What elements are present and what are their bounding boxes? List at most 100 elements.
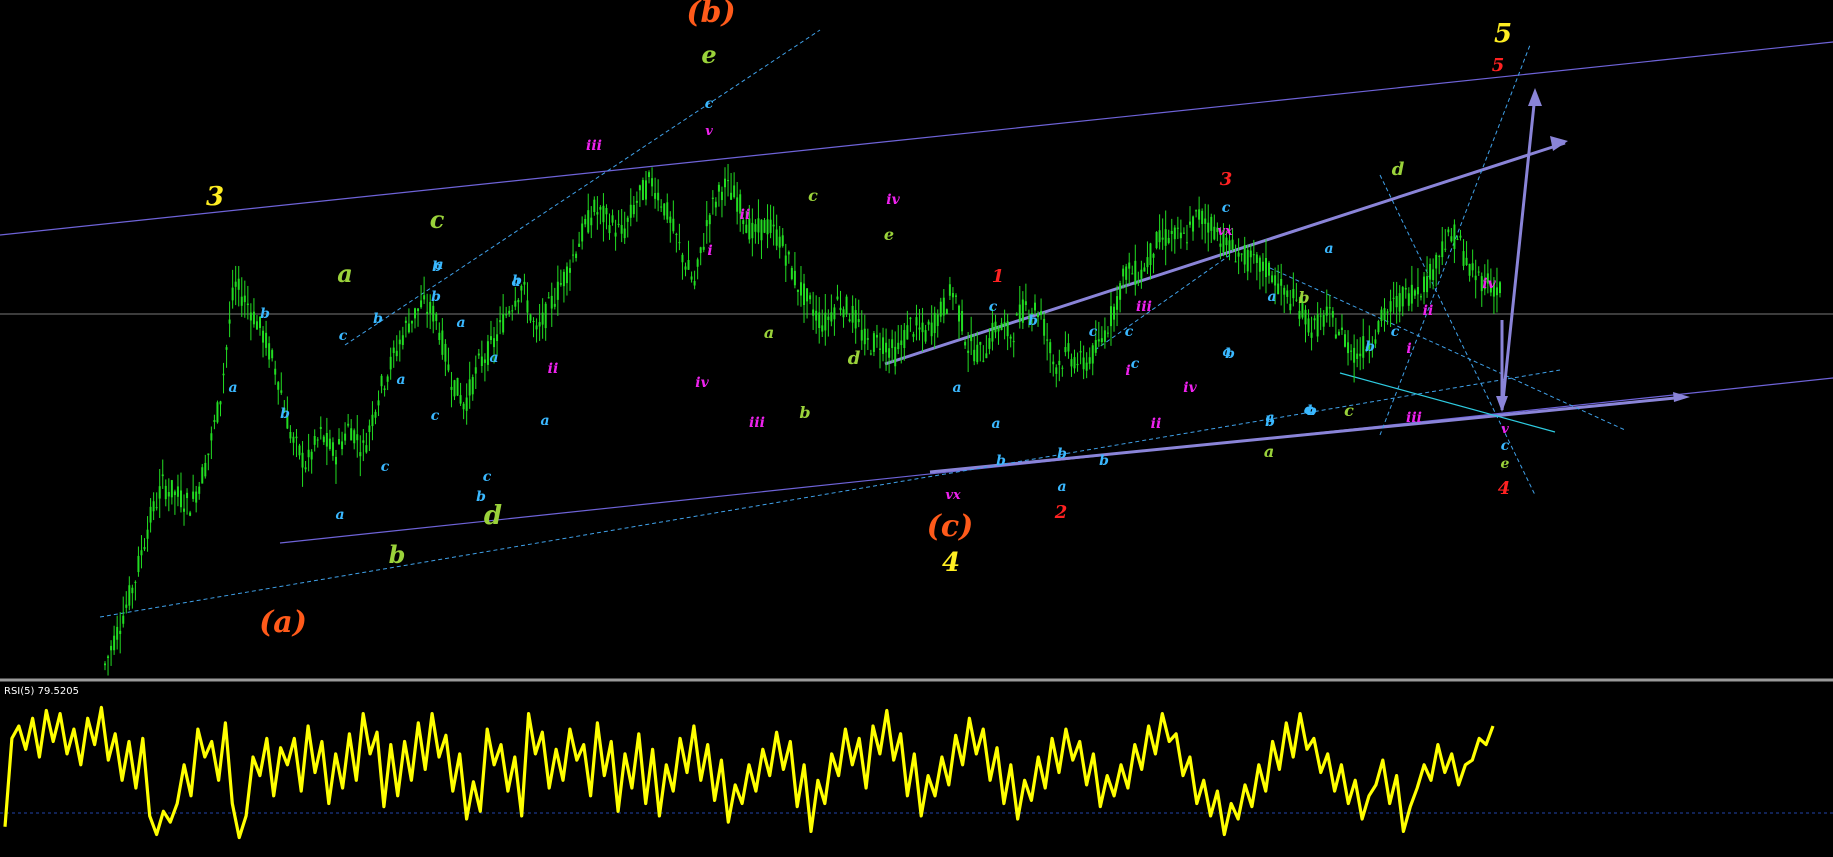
wave-label-a-orange: (a) <box>259 605 307 640</box>
candle-body <box>1012 341 1015 343</box>
candle-body <box>933 312 936 334</box>
candle-body <box>496 334 499 341</box>
candle-body <box>334 456 337 465</box>
dotted-wave4-line <box>1379 174 1536 496</box>
candle-body <box>638 185 641 191</box>
wave-label-c-green: c <box>1344 401 1354 420</box>
candle-body <box>790 267 793 280</box>
candle-body <box>1432 269 1435 281</box>
candle-body <box>222 373 225 376</box>
candle-body <box>532 320 535 322</box>
candle-body <box>1231 239 1234 250</box>
candle-body <box>325 432 328 447</box>
candle-body <box>663 203 666 216</box>
candle-body <box>122 615 125 624</box>
candle-body <box>104 663 106 666</box>
candle-body <box>961 310 964 332</box>
candle-body <box>1319 315 1322 317</box>
candle-body <box>857 319 860 323</box>
candle-body <box>1006 321 1009 337</box>
wave-label-b-cyan: b <box>1028 313 1038 329</box>
wave-label-i-magenta: i <box>1406 341 1411 357</box>
candle-body <box>538 322 541 327</box>
candle-body <box>584 218 587 225</box>
candle-body <box>863 328 866 345</box>
candle-body <box>562 271 565 287</box>
wave-label-v-magenta: v <box>1501 422 1509 437</box>
candle-body <box>1158 230 1161 243</box>
candle-body <box>155 507 158 509</box>
candle-body <box>942 297 945 316</box>
candle-body <box>927 321 930 325</box>
candle-body <box>207 453 210 456</box>
candle-body <box>593 199 596 213</box>
candle-body <box>386 376 389 382</box>
candle-body <box>578 243 581 247</box>
candle-body <box>708 215 711 225</box>
candle-body <box>1167 237 1170 244</box>
candle-body <box>644 180 647 200</box>
cyan-wedge-line <box>1339 372 1556 433</box>
candle-body <box>724 178 726 188</box>
candle-body <box>1097 339 1100 342</box>
wave-label-a-green: a <box>764 323 774 342</box>
candle-body <box>702 246 705 250</box>
candle-body <box>815 310 818 321</box>
candle-body <box>310 451 313 460</box>
candle-body <box>1499 282 1501 294</box>
candle-body <box>988 338 991 349</box>
candle-body <box>614 232 617 237</box>
candle-body <box>1003 322 1006 326</box>
candle-body <box>1164 229 1167 246</box>
candle-body <box>681 254 684 263</box>
candle-body <box>872 333 875 352</box>
candle-body <box>1149 243 1152 266</box>
wave-label-c-orange: (c) <box>927 509 974 544</box>
candle-body <box>678 242 681 244</box>
candle-body <box>1119 283 1122 300</box>
elliott-wave-chart: 3 (a) a b c d e (b) iii v c ii i ii iv iii c e iv a b d 1 vx (c)… <box>0 0 1833 857</box>
candle-body <box>417 308 420 312</box>
candle-body <box>304 467 307 470</box>
candle-body <box>1340 327 1343 330</box>
candle-body <box>818 312 821 329</box>
candle-body <box>787 251 790 255</box>
candle-body <box>526 300 529 313</box>
candle-body <box>420 300 423 308</box>
candle-body <box>1468 263 1471 276</box>
wave-label-c-cyan: c <box>339 328 348 344</box>
candle-body <box>271 350 274 359</box>
candle-body <box>176 486 179 497</box>
candle-body <box>462 403 465 410</box>
candle-body <box>720 191 723 201</box>
candle-body <box>1234 261 1237 263</box>
candle-body <box>316 439 319 441</box>
wave-label-a-cyan: a <box>1324 241 1333 257</box>
wave-label-a-cyan: a <box>991 416 1000 432</box>
candle-body <box>1331 311 1334 318</box>
candle-body <box>359 452 362 457</box>
candle-body <box>228 319 231 324</box>
candle-body <box>1444 248 1447 250</box>
candle-body <box>1134 260 1137 285</box>
candle-body <box>189 512 192 516</box>
candle-body <box>781 235 784 246</box>
candle-body <box>1419 296 1422 298</box>
price-and-rsi-chart: 3(a)abcde(b)iiivciiiiiiviiiceivabd1vx(c)… <box>0 0 1833 840</box>
candle-body <box>131 587 134 594</box>
candle-body <box>997 326 1000 332</box>
candle-body <box>477 353 480 356</box>
candle-body <box>824 312 827 331</box>
candle-body <box>280 390 283 393</box>
candle-body <box>1140 269 1143 279</box>
candle-body <box>432 305 435 322</box>
candle-body <box>1207 222 1210 233</box>
wave-label-d-green: d <box>848 348 861 369</box>
candle-body <box>514 300 517 307</box>
candle-body <box>1328 307 1331 309</box>
wave-label-vx-magenta: vx <box>945 488 961 503</box>
candle-body <box>170 480 173 498</box>
candle-body <box>255 321 258 330</box>
candle-body <box>629 204 632 218</box>
wave-label-iii-magenta: iii <box>1136 299 1152 315</box>
